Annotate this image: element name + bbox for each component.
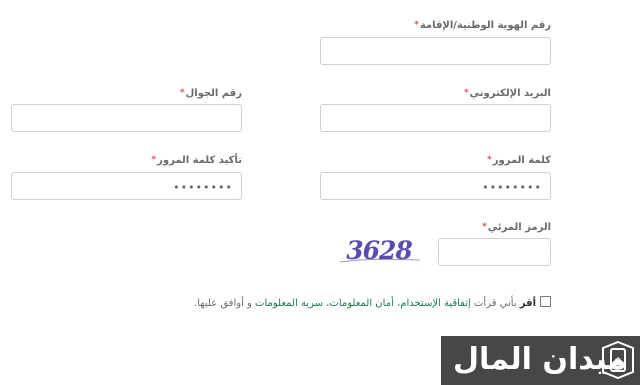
- required-mark: *: [487, 155, 492, 165]
- id-number-field[interactable]: [320, 37, 551, 65]
- required-mark: *: [414, 20, 419, 30]
- email-field[interactable]: [320, 104, 551, 132]
- mobile-field[interactable]: [11, 104, 242, 132]
- terms-link[interactable]: إتفاقية الإستخدام: [400, 298, 471, 309]
- captcha-image: 3628: [339, 236, 421, 265]
- password-label: كلمة المرور*: [487, 155, 551, 166]
- agreement-text: بأني قرأت: [470, 298, 520, 309]
- agreement-text-end: و أوافق عليها.: [194, 298, 256, 309]
- captcha-field[interactable]: [438, 238, 551, 266]
- password-field[interactable]: ••••••••: [320, 172, 551, 200]
- captcha-text: 3628: [346, 236, 412, 265]
- required-mark: *: [482, 222, 487, 232]
- agreement-checkbox[interactable]: [540, 296, 551, 307]
- mobile-label: رقم الجوال*: [179, 88, 242, 99]
- email-label: البريد الإلكتروني*: [463, 88, 551, 99]
- required-mark: *: [179, 88, 185, 98]
- confirm-password-field[interactable]: ••••••••: [11, 172, 242, 200]
- phone-dollar-icon: $: [602, 341, 634, 379]
- site-logo: ميدان المال $: [441, 336, 640, 385]
- required-mark: *: [463, 88, 469, 98]
- captcha-label: الرمز المرئي*: [482, 222, 551, 233]
- security-link[interactable]: أمان المعلومات: [329, 298, 393, 309]
- id-number-label: رقم الهوية الوطنية/الإقامة*: [414, 20, 551, 31]
- svg-text:$: $: [614, 355, 622, 368]
- required-mark: *: [151, 155, 157, 165]
- agreement-bold: أقر: [519, 298, 536, 309]
- confirm-password-label: تأكيد كلمة المرور*: [151, 155, 242, 166]
- agreement-row: أقر بأني قرأت إتفاقية الإستخدام، أمان ال…: [194, 296, 551, 309]
- privacy-link[interactable]: سرية المعلومات: [255, 298, 323, 309]
